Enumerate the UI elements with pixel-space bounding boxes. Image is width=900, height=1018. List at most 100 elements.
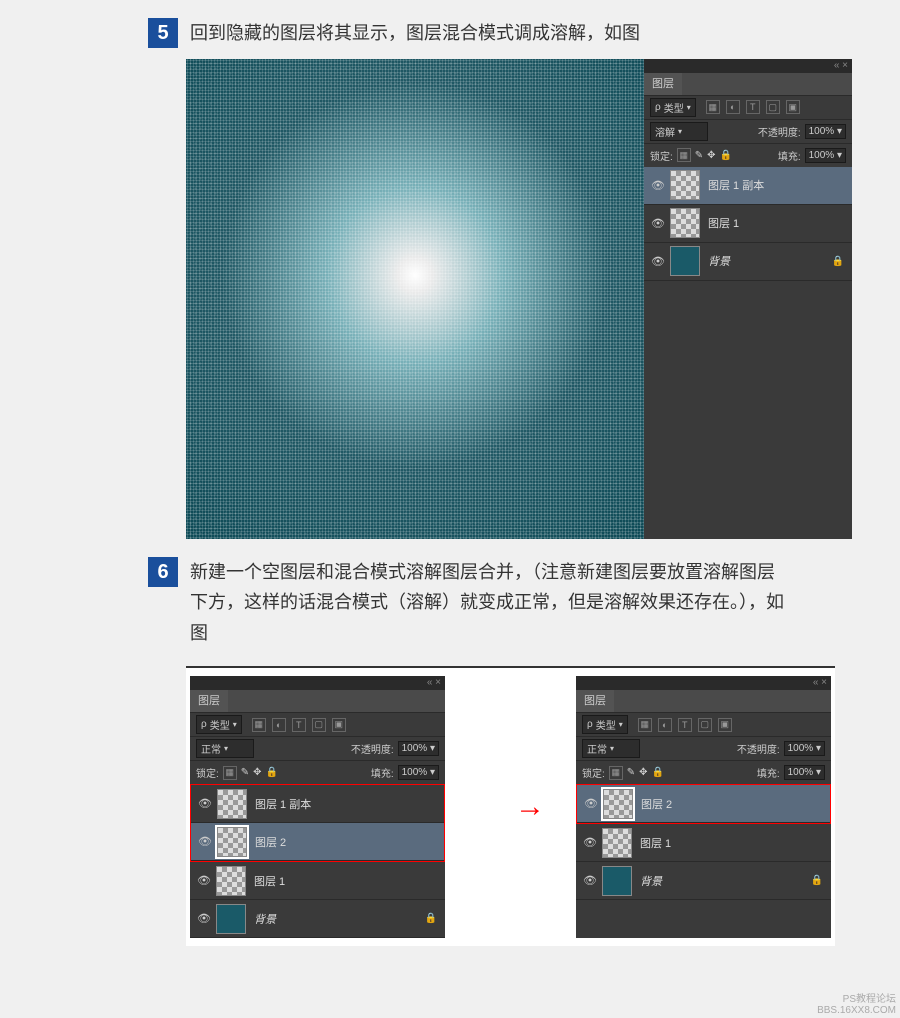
panel-chrome: « × [644,59,852,73]
watermark: PS教程论坛 BBS.16XX8.COM [817,994,896,1016]
panel-tab[interactable]: 图层 [190,690,445,712]
layer-name: 图层 2 [641,796,672,812]
layer-item[interactable]: 👁 图层 1 [644,205,852,243]
visibility-icon[interactable]: 👁 [193,797,217,810]
step-5-badge: 5 [148,18,178,48]
adjustment-filter-icon[interactable]: ◐ [272,718,286,732]
step-6-badge: 6 [148,557,178,587]
layer-name: 图层 1 副本 [255,796,311,812]
layer-thumb [670,246,700,276]
layer-thumb [670,170,700,200]
layer-name: 背景 [640,873,662,889]
brush-icon[interactable]: ✎ [695,150,703,161]
brush-icon[interactable]: ✎ [627,767,635,778]
layers-panel-5: « × 图层 ρ 类型 ▦ ◐ T ▢ ▣ 溶解 不透明度: 100% ▾ 锁定… [644,59,852,539]
layer-name: 背景 [254,911,276,927]
lock-icon: 🔒 [811,875,823,886]
arrow-icon: → [515,790,545,824]
fill-value[interactable]: 100% ▾ [805,148,846,163]
step-6-header: 6 新建一个空图层和混合模式溶解图层合并，（注意新建图层要放置溶解图层下方，这样… [148,557,900,649]
lock-all-icon[interactable]: 🔒 [652,767,664,778]
move-icon[interactable]: ✥ [253,767,261,778]
blend-mode-dropdown[interactable]: 正常 [196,739,254,758]
opacity-value[interactable]: 100% ▾ [784,741,825,756]
lock-trans-icon[interactable]: ▦ [677,148,691,162]
visibility-icon[interactable]: 👁 [193,835,217,848]
panel-tab[interactable]: 图层 [576,690,831,712]
lock-all-icon[interactable]: 🔒 [266,767,278,778]
fill-value[interactable]: 100% ▾ [784,765,825,780]
layer-item[interactable]: 👁 图层 1 [190,862,445,900]
lock-trans-icon[interactable]: ▦ [223,766,237,780]
lock-row: 锁定: ▦ ✎ ✥ 🔒 填充: 100% ▾ [190,760,445,784]
filter-type-dropdown[interactable]: ρ 类型 [650,98,696,117]
visibility-icon[interactable]: 👁 [578,836,602,849]
layer-name: 图层 2 [255,834,286,850]
filter-type-dropdown[interactable]: ρ 类型 [582,715,628,734]
layer-item[interactable]: 👁 背景 🔒 [576,862,831,900]
lock-row: 锁定: ▦ ✎ ✥ 🔒 填充: 100% ▾ [644,143,852,167]
layer-item[interactable]: 👁 图层 1 副本 [644,167,852,205]
opacity-label: 不透明度: [758,124,801,139]
blend-mode-dropdown[interactable]: 溶解 [650,122,708,141]
smart-filter-icon[interactable]: ▣ [786,100,800,114]
layer-item[interactable]: 👁 背景 🔒 [644,243,852,281]
text-filter-icon[interactable]: T [746,100,760,114]
blend-mode-dropdown[interactable]: 正常 [582,739,640,758]
shape-filter-icon[interactable]: ▢ [766,100,780,114]
move-icon[interactable]: ✥ [707,150,715,161]
pixel-filter-icon[interactable]: ▦ [252,718,266,732]
layer-item[interactable]: 👁 图层 1 [576,824,831,862]
visibility-icon[interactable]: 👁 [579,797,603,810]
layer-thumb [217,789,247,819]
blend-row: 正常 不透明度: 100% ▾ [190,736,445,760]
layer-item[interactable]: 👁 图层 1 副本 [191,785,444,823]
lock-all-icon[interactable]: 🔒 [720,150,732,161]
visibility-icon[interactable]: 👁 [646,217,670,230]
layer-list: 👁 图层 2 👁 图层 1 👁 背景 🔒 [576,784,831,900]
opacity-label: 不透明度: [351,741,394,756]
layer-name: 背景 [708,253,730,269]
step-5-header: 5 回到隐藏的图层将其显示，图层混合模式调成溶解，如图 [148,18,900,49]
layer-thumb [216,904,246,934]
blend-row: 正常 不透明度: 100% ▾ [576,736,831,760]
fill-label: 填充: [371,765,394,780]
pixel-filter-icon[interactable]: ▦ [706,100,720,114]
panel-tab[interactable]: 图层 [644,73,852,95]
smart-filter-icon[interactable]: ▣ [718,718,732,732]
fill-value[interactable]: 100% ▾ [398,765,439,780]
lock-icon: 🔒 [425,913,437,924]
pixel-filter-icon[interactable]: ▦ [638,718,652,732]
layer-thumb [670,208,700,238]
layer-name: 图层 1 副本 [708,177,764,193]
visibility-icon[interactable]: 👁 [578,874,602,887]
layer-name: 图层 1 [254,873,285,889]
visibility-icon[interactable]: 👁 [192,912,216,925]
adjustment-filter-icon[interactable]: ◐ [726,100,740,114]
fill-label: 填充: [757,765,780,780]
opacity-value[interactable]: 100% ▾ [805,124,846,139]
visibility-icon[interactable]: 👁 [646,255,670,268]
blend-row: 溶解 不透明度: 100% ▾ [644,119,852,143]
visibility-icon[interactable]: 👁 [646,179,670,192]
shape-filter-icon[interactable]: ▢ [698,718,712,732]
filter-type-dropdown[interactable]: ρ 类型 [196,715,242,734]
brush-icon[interactable]: ✎ [241,767,249,778]
layer-list: 👁 图层 1 副本 👁 图层 2 👁 图层 1 👁 背景 🔒 [190,784,445,938]
shape-filter-icon[interactable]: ▢ [312,718,326,732]
opacity-value[interactable]: 100% ▾ [398,741,439,756]
move-icon[interactable]: ✥ [639,767,647,778]
layer-item[interactable]: 👁 背景 🔒 [190,900,445,938]
layer-item[interactable]: 👁 图层 2 [191,823,444,861]
text-filter-icon[interactable]: T [292,718,306,732]
layer-thumb [603,789,633,819]
visibility-icon[interactable]: 👁 [192,874,216,887]
layer-item[interactable]: 👁 图层 2 [577,785,830,823]
lock-trans-icon[interactable]: ▦ [609,766,623,780]
smart-filter-icon[interactable]: ▣ [332,718,346,732]
text-filter-icon[interactable]: T [678,718,692,732]
layer-thumb [602,828,632,858]
filter-row: ρ 类型 ▦ ◐ T ▢ ▣ [644,95,852,119]
adjustment-filter-icon[interactable]: ◐ [658,718,672,732]
layers-panel-6a: « × 图层 ρ 类型 ▦ ◐ T ▢ ▣ 正常 不透明度: 100% ▾ 锁定… [190,676,445,938]
